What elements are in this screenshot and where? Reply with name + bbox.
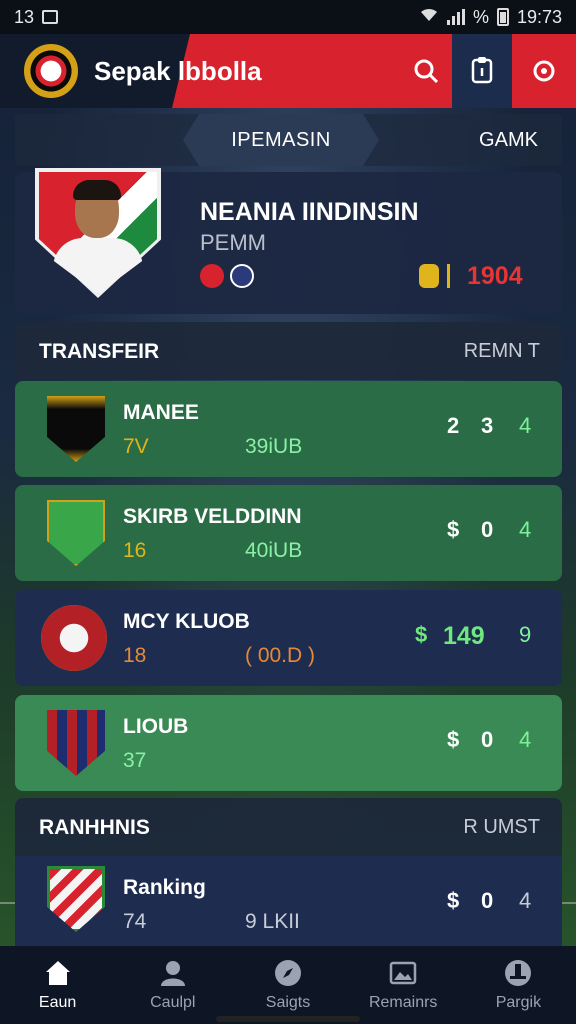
list-item[interactable]: MCY KLUOB 18 ( 00.D ) $ 149 9: [15, 590, 562, 686]
battery-percent: %: [472, 6, 489, 27]
home-icon: [45, 961, 70, 985]
search-icon: [414, 59, 439, 84]
section-title: TRANSFEIR: [39, 340, 160, 363]
player-crest-icon: [47, 500, 105, 566]
clipboard-icon: [471, 57, 493, 84]
player-position: PEMM: [200, 230, 266, 255]
club-crest-icon: [47, 710, 105, 776]
gallery-notification-icon: [42, 10, 59, 24]
section-right-label[interactable]: REMN T: [464, 340, 540, 363]
club-crest-icon: [41, 605, 107, 671]
tab-pemasin[interactable]: IPEMASIN: [183, 114, 379, 166]
nav-remainrs[interactable]: Remainrs: [346, 946, 461, 1024]
section-right-label[interactable]: R UMST: [463, 816, 540, 839]
home-indicator: [216, 1016, 360, 1022]
club-badge-icon: [200, 264, 224, 288]
section-title: RANHHNIS: [39, 816, 150, 839]
tab-bar: IPEMASIN GAMK: [15, 114, 562, 166]
clipboard-button[interactable]: [462, 51, 502, 91]
club-crest-icon: [47, 396, 105, 462]
ranking-header: RANHHNIS R UMST: [15, 798, 562, 856]
club-crest-icon: [47, 866, 105, 932]
app-title: Sepak lbbolla: [94, 56, 262, 86]
profile-icon: [505, 960, 532, 986]
nav-pargik[interactable]: Pargik: [461, 946, 576, 1024]
status-bar: 13 % 19:73: [0, 0, 576, 34]
player-card[interactable]: NEANIA IINDINSIN PEMM 1904: [15, 168, 562, 314]
bottom-nav: Eaun Caulpl Saigts Remainrs Pargik: [0, 946, 576, 1024]
list-item[interactable]: SKIRB VELDDINN 16 40iUB $ 0 4: [15, 485, 562, 581]
app-bar: Sepak lbbolla: [0, 34, 576, 108]
compass-icon: [275, 960, 301, 986]
status-time-left: 13: [14, 6, 35, 27]
signal-icon: [446, 9, 465, 25]
status-time-right: 19:73: [516, 6, 562, 27]
nav-home[interactable]: Eaun: [0, 946, 115, 1024]
wifi-icon: [419, 7, 439, 28]
gear-icon: [533, 60, 555, 82]
transfer-header: TRANSFEIR REMN T: [15, 322, 562, 380]
image-icon: [389, 961, 417, 985]
player-name: NEANIA IINDINSIN: [200, 198, 419, 226]
nav-saigts[interactable]: Saigts: [230, 946, 345, 1024]
search-button[interactable]: [406, 51, 446, 91]
battery-icon: [496, 8, 509, 26]
club-logo-icon[interactable]: [24, 44, 78, 98]
list-item[interactable]: MANEE 7V 39iUB 2 3 4: [15, 381, 562, 477]
ranking-row[interactable]: Ranking 74 9 LKII $ 0 4: [15, 856, 562, 946]
nav-caulpl[interactable]: Caulpl: [115, 946, 230, 1024]
coin-icon: [419, 264, 439, 288]
person-icon: [160, 961, 185, 986]
player-score: 1904: [467, 262, 523, 290]
league-badge-icon: [230, 264, 254, 288]
settings-button[interactable]: [524, 51, 564, 91]
tab-gamk[interactable]: GAMK: [455, 114, 562, 166]
player-jersey: [53, 238, 143, 294]
list-item[interactable]: LIOUB 37 $ 0 4: [15, 695, 562, 791]
